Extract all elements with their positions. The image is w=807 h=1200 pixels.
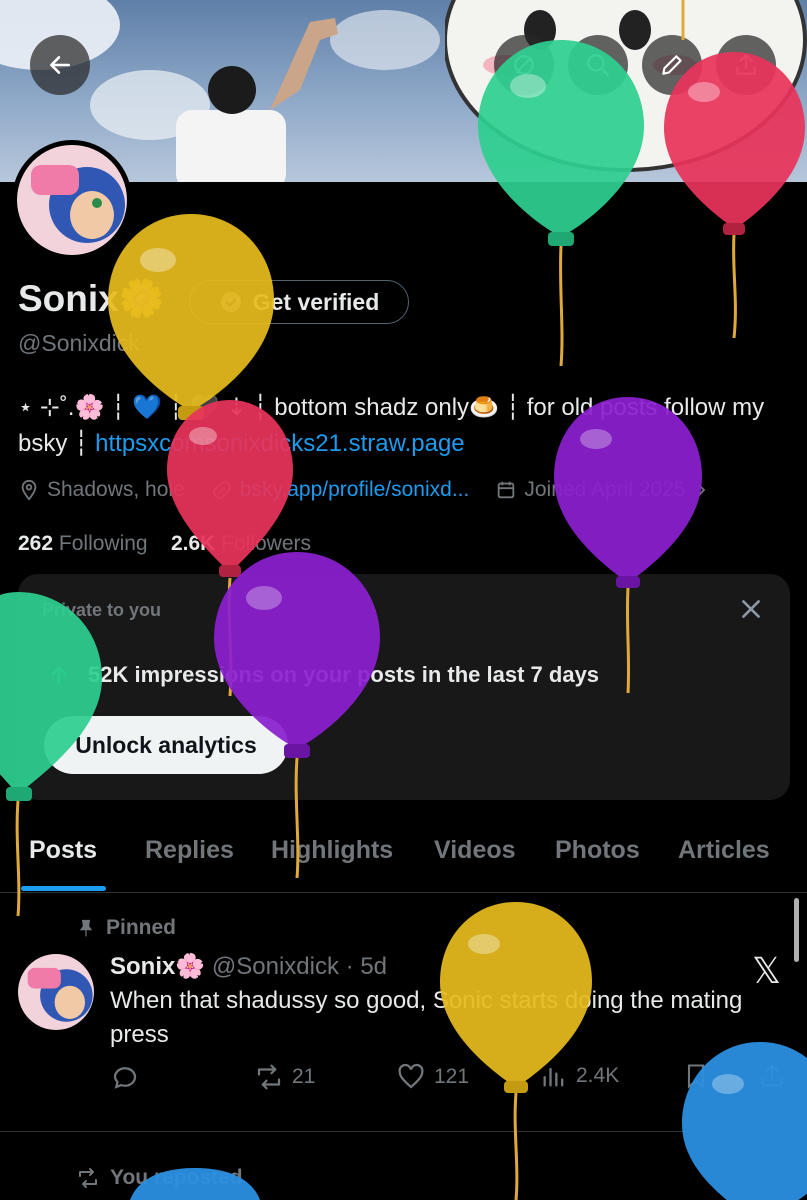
- balloon-green-left: [0, 592, 102, 917]
- balloon-blue-bottom: [682, 1042, 807, 1200]
- repost-icon: [257, 1064, 281, 1090]
- tab-articles[interactable]: Articles: [678, 836, 770, 865]
- scrollbar[interactable]: [794, 898, 799, 962]
- repost-icon: [79, 1168, 97, 1188]
- pinned-label: Pinned: [76, 916, 176, 940]
- post-header: Sonix🌸 @Sonixdick · 5d: [110, 952, 387, 981]
- profile-tabs: Posts Replies Highlights Videos Photos A…: [0, 820, 807, 893]
- balloon-red-top: [664, 52, 805, 339]
- banner-figure: [176, 18, 338, 182]
- location: Shadows, hole: [18, 478, 185, 502]
- following-link[interactable]: 262 Following: [18, 532, 148, 555]
- close-button[interactable]: [738, 596, 764, 622]
- close-icon: [742, 600, 760, 618]
- post-author[interactable]: Sonix🌸: [110, 953, 205, 980]
- repost-button[interactable]: 21: [254, 1062, 315, 1092]
- balloon-purple-right: [554, 397, 702, 694]
- repost-count: 21: [292, 1065, 316, 1088]
- balloon-green-top: [478, 40, 644, 367]
- reply-button[interactable]: [110, 1062, 140, 1092]
- tab-photos[interactable]: Photos: [555, 836, 640, 865]
- balloon-yellow-bottom: [440, 902, 592, 1200]
- heart-icon: [398, 1063, 424, 1089]
- location-pin-icon: [21, 479, 37, 501]
- balloon-purple-middle: [214, 552, 380, 879]
- post-handle-time: @Sonixdick · 5d: [211, 953, 388, 980]
- tab-videos[interactable]: Videos: [434, 836, 516, 865]
- post-avatar-image: [18, 954, 94, 1030]
- balloon-string-top: [681, 0, 685, 40]
- balloon-blue-partial: [130, 1168, 260, 1200]
- pin-icon: [79, 919, 93, 937]
- reply-icon: [113, 1067, 137, 1089]
- back-button[interactable]: [30, 35, 90, 95]
- calendar-icon: [498, 481, 515, 499]
- post-text: When that shadussy so good, Sonic starts…: [110, 987, 743, 1048]
- back-arrow-icon: [50, 56, 70, 74]
- post-avatar[interactable]: [18, 954, 94, 1030]
